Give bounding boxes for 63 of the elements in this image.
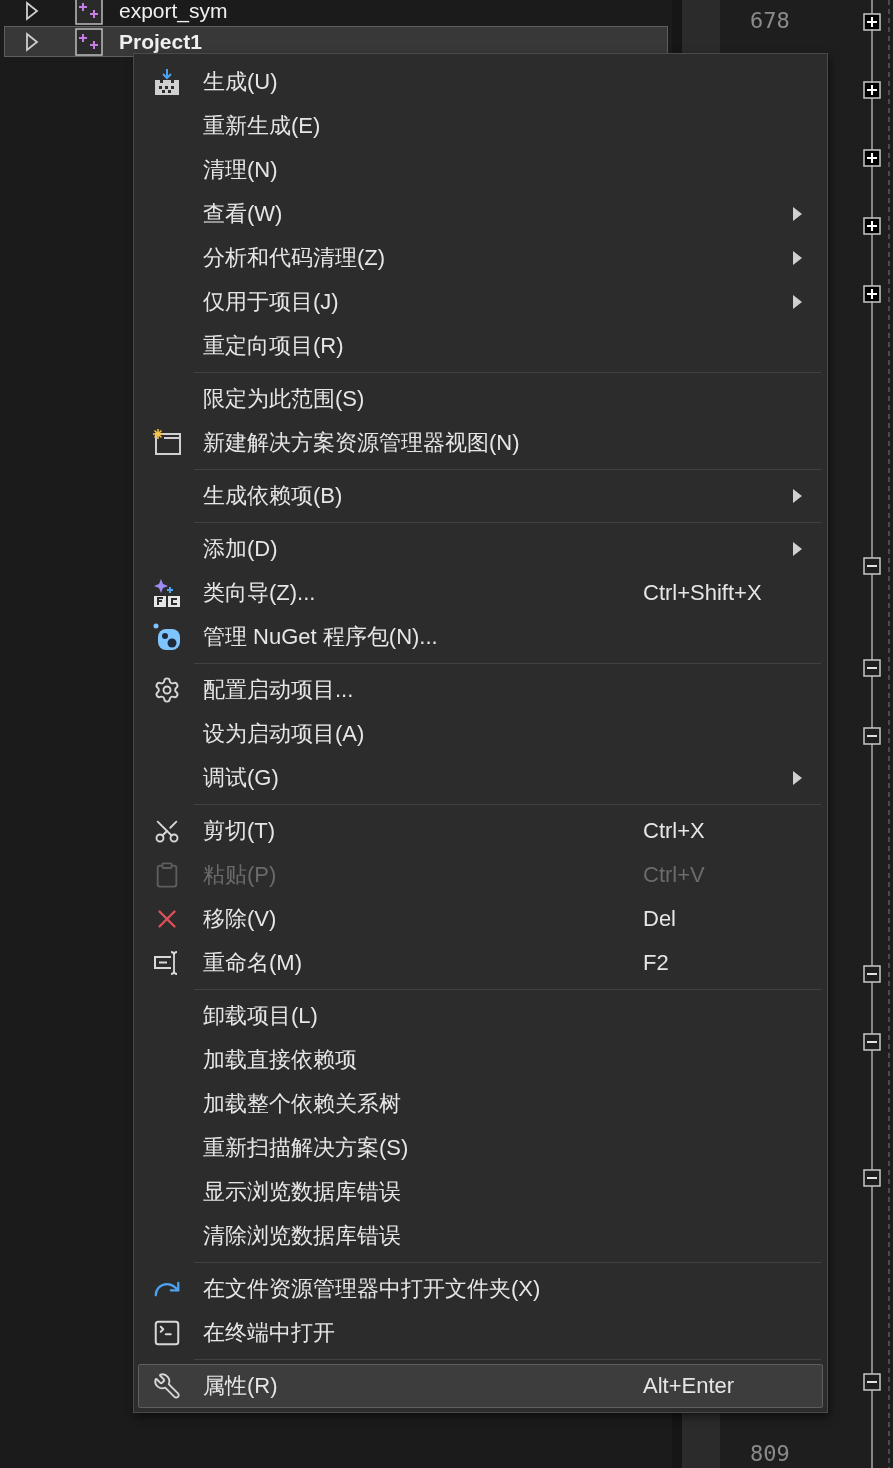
menu-item[interactable]: 管理 NuGet 程序包(N)...: [138, 615, 823, 659]
wizard-icon: [152, 578, 182, 608]
submenu-arrow-icon: [793, 489, 802, 503]
collapse-icon[interactable]: [863, 1169, 881, 1187]
expand-icon[interactable]: [863, 217, 881, 235]
menu-item[interactable]: 仅用于项目(J): [138, 280, 823, 324]
menu-item[interactable]: 重命名(M) F2: [138, 941, 823, 985]
menu-item[interactable]: 加载直接依赖项: [138, 1038, 823, 1082]
menu-item[interactable]: 在终端中打开: [138, 1311, 823, 1355]
menu-item[interactable]: 重新扫描解决方案(S): [138, 1126, 823, 1170]
blob-icon: [152, 622, 182, 652]
wrench-icon: [153, 1372, 181, 1400]
terminal-icon: [152, 1318, 182, 1348]
submenu-arrow-icon: [793, 542, 802, 556]
menu-item[interactable]: 清理(N): [138, 148, 823, 192]
build-icon: [152, 67, 182, 97]
menu-item[interactable]: 分析和代码清理(Z): [138, 236, 823, 280]
expand-icon[interactable]: [863, 81, 881, 99]
collapse-icon[interactable]: [863, 965, 881, 983]
expand-arrow-icon: [25, 0, 39, 21]
expand-arrow-icon: [25, 31, 39, 52]
menu-item[interactable]: 限定为此范围(S): [138, 377, 823, 421]
project-icon: [75, 0, 103, 25]
menu-item[interactable]: 剪切(T) Ctrl+X: [138, 809, 823, 853]
menu-item[interactable]: 生成依赖项(B): [138, 474, 823, 518]
menu-item[interactable]: 清除浏览数据库错误: [138, 1214, 823, 1258]
tree-item-label: export_sym: [119, 0, 228, 23]
menu-item[interactable]: 添加(D): [138, 527, 823, 571]
expand-icon[interactable]: [863, 13, 881, 31]
collapse-icon[interactable]: [863, 557, 881, 575]
menu-item[interactable]: 配置启动项目...: [138, 668, 823, 712]
line-number: 809: [750, 1441, 790, 1466]
menu-item[interactable]: 类向导(Z)... Ctrl+Shift+X: [138, 571, 823, 615]
project-icon: [75, 27, 103, 56]
menu-item[interactable]: 调试(G): [138, 756, 823, 800]
tree-item[interactable]: Project1: [4, 26, 668, 57]
menu-item[interactable]: 重定向项目(R): [138, 324, 823, 368]
menu-item[interactable]: 新建解决方案资源管理器视图(N): [138, 421, 823, 465]
collapse-icon[interactable]: [863, 1033, 881, 1051]
submenu-arrow-icon: [793, 251, 802, 265]
menu-item[interactable]: 重新生成(E): [138, 104, 823, 148]
submenu-arrow-icon: [793, 771, 802, 785]
new-window-icon: [152, 428, 182, 458]
settings-icon: [153, 676, 181, 704]
menu-item[interactable]: 设为启动项目(A): [138, 712, 823, 756]
submenu-arrow-icon: [793, 295, 802, 309]
tree-item[interactable]: export_sym: [4, 0, 668, 26]
menu-item[interactable]: 查看(W): [138, 192, 823, 236]
collapse-icon[interactable]: [863, 1373, 881, 1391]
expand-icon[interactable]: [863, 285, 881, 303]
line-number: 678: [750, 8, 790, 33]
menu-item[interactable]: 卸载项目(L): [138, 994, 823, 1038]
menu-item[interactable]: 生成(U): [138, 60, 823, 104]
expand-icon[interactable]: [863, 149, 881, 167]
menu-item[interactable]: 移除(V) Del: [138, 897, 823, 941]
collapse-icon[interactable]: [863, 659, 881, 677]
submenu-arrow-icon: [793, 207, 802, 221]
menu-item[interactable]: 在文件资源管理器中打开文件夹(X): [138, 1267, 823, 1311]
collapse-icon[interactable]: [863, 727, 881, 745]
menu-item[interactable]: 显示浏览数据库错误: [138, 1170, 823, 1214]
menu-item[interactable]: 属性(R) Alt+Enter: [138, 1364, 823, 1408]
tree-item-label: Project1: [119, 29, 202, 54]
menu-item[interactable]: 加载整个依赖关系树: [138, 1082, 823, 1126]
